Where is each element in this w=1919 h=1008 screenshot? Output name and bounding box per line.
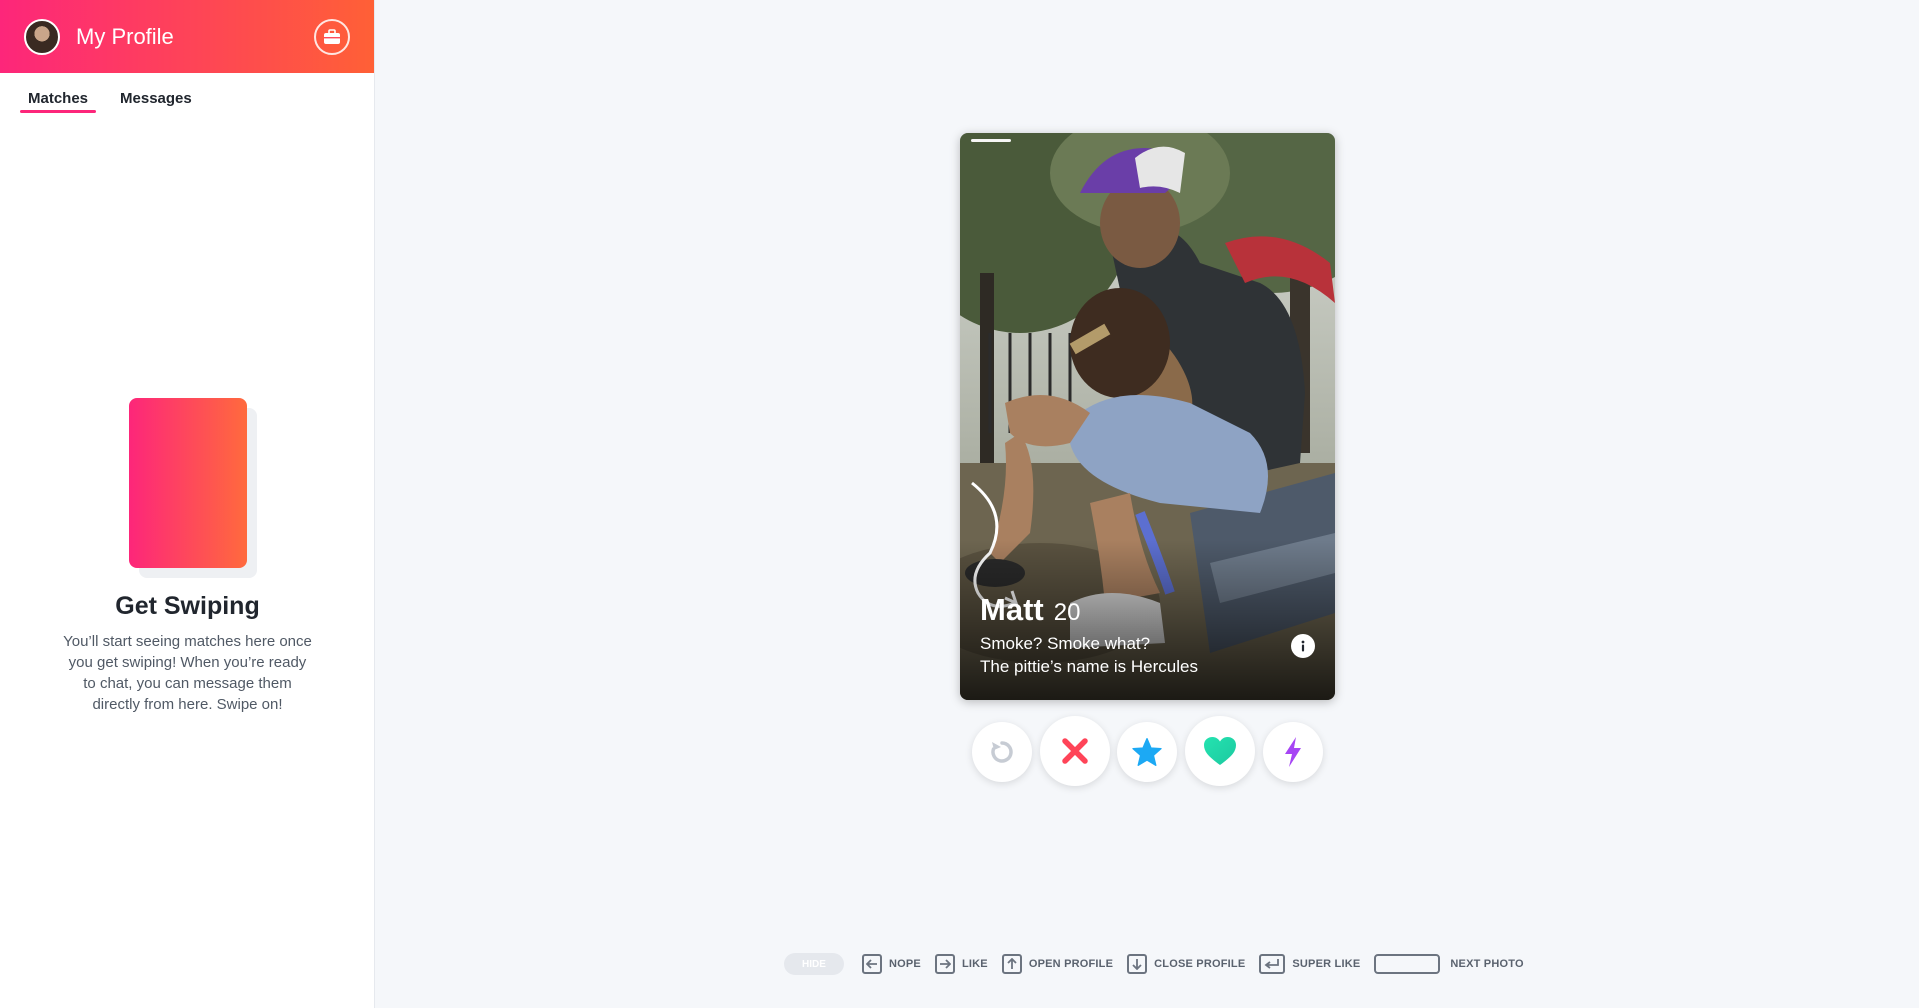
spacebar-key-icon	[1374, 954, 1441, 974]
nope-button[interactable]	[1040, 716, 1110, 786]
empty-state-text: You’ll start seeing matches here once yo…	[63, 633, 312, 713]
hint-label: SUPER LIKE	[1292, 958, 1361, 970]
like-button[interactable]	[1185, 716, 1255, 786]
action-buttons	[0, 716, 1919, 786]
hint-super-like: SUPER LIKE	[1259, 954, 1360, 974]
sidebar: My Profile Matches Messages Get Swiping …	[0, 0, 375, 1008]
right-arrow-key-icon	[934, 954, 955, 974]
hint-label: NOPE	[889, 958, 921, 970]
super-like-button[interactable]	[1117, 722, 1177, 782]
profile-name: Matt	[980, 592, 1044, 627]
info-icon	[1301, 640, 1305, 652]
name-line: Matt 20	[980, 592, 1198, 628]
card-illustration	[128, 398, 257, 578]
hint-like: LIKE	[934, 954, 988, 974]
hint-label: LIKE	[961, 958, 988, 970]
boost-button[interactable]	[1263, 722, 1323, 782]
tab-messages[interactable]: Messages	[112, 90, 200, 113]
hint-open-profile: OPEN PROFILE	[1001, 954, 1114, 974]
card-info: Matt 20 Smoke? Smoke what? The pittie’s …	[980, 592, 1198, 678]
profile-age: 20	[1053, 599, 1081, 626]
profile-title[interactable]: My Profile	[76, 24, 314, 50]
rewind-icon	[991, 741, 1013, 763]
hint-label: NEXT PHOTO	[1450, 958, 1524, 970]
sidebar-tabs: Matches Messages	[0, 73, 374, 113]
photo-progress-bar	[971, 139, 1011, 142]
card-illustration-front	[128, 398, 247, 568]
hint-next-photo: NEXT PHOTO	[1374, 954, 1524, 974]
rewind-button[interactable]	[972, 722, 1032, 782]
matches-empty-state: Get Swiping You’ll start seeing matches …	[0, 398, 375, 715]
empty-state-title: Get Swiping	[115, 592, 260, 620]
hint-label: OPEN PROFILE	[1028, 958, 1114, 970]
lightning-icon	[1285, 737, 1301, 767]
profile-card[interactable]: Matt 20 Smoke? Smoke what? The pittie’s …	[960, 133, 1335, 700]
work-mode-button[interactable]	[314, 18, 350, 55]
x-icon	[1062, 738, 1088, 764]
hint-nope: NOPE	[862, 954, 921, 974]
briefcase-icon	[324, 28, 340, 44]
hint-close-profile: CLOSE PROFILE	[1127, 954, 1245, 974]
up-arrow-key-icon	[1001, 954, 1022, 974]
open-profile-button[interactable]	[1291, 634, 1315, 658]
profile-header[interactable]: My Profile	[0, 0, 374, 73]
keyboard-shortcuts-bar: HIDE NOPE LIKE OPEN PROFILE CLOSE PROFIL…	[784, 950, 1538, 978]
profile-bio: Smoke? Smoke what? The pittie’s name is …	[980, 632, 1198, 678]
enter-key-icon	[1259, 954, 1286, 974]
bio-line: Smoke? Smoke what?	[980, 634, 1151, 653]
avatar[interactable]	[24, 18, 60, 55]
bio-line: The pittie’s name is Hercules	[980, 657, 1198, 676]
hide-shortcuts-button[interactable]: HIDE	[784, 953, 844, 975]
star-icon	[1132, 738, 1162, 766]
left-arrow-key-icon	[862, 954, 882, 974]
heart-icon	[1204, 737, 1236, 765]
hint-label: CLOSE PROFILE	[1154, 958, 1246, 970]
down-arrow-key-icon	[1127, 954, 1148, 974]
tab-matches[interactable]: Matches	[20, 90, 97, 113]
